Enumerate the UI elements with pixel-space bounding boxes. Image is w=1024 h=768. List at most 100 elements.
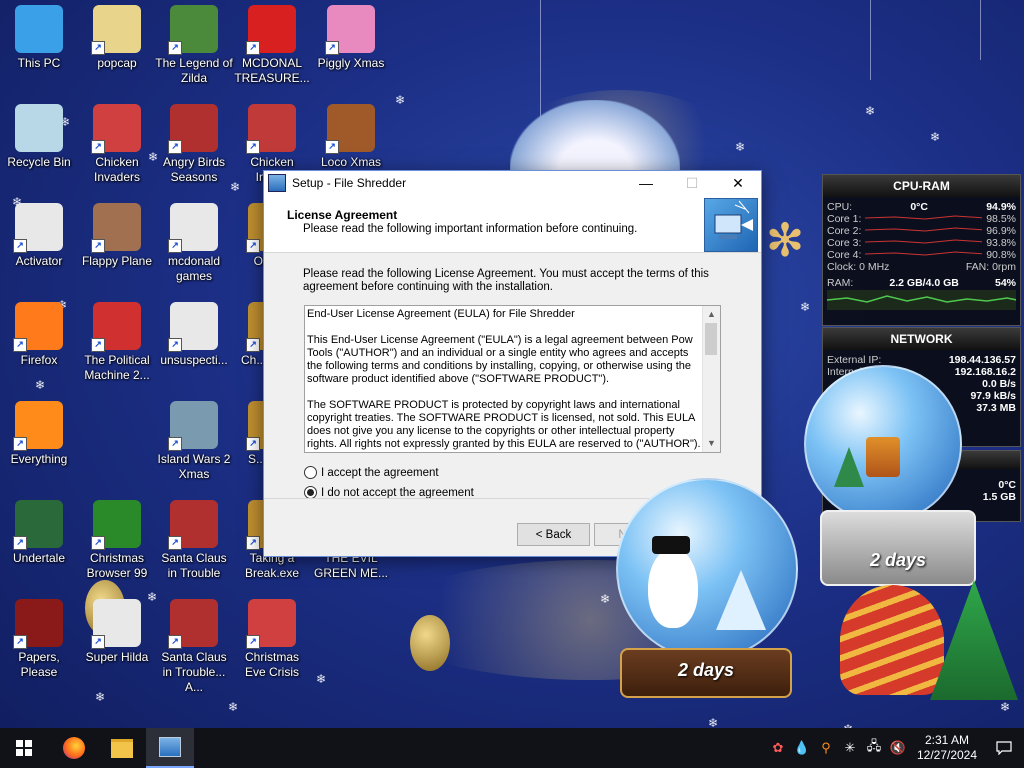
countdown-right: 2 days bbox=[869, 550, 927, 570]
notification-icon[interactable] bbox=[984, 728, 1024, 768]
radio-circle[interactable] bbox=[304, 466, 317, 479]
desktop-icon[interactable]: ↗ Papers, Please bbox=[0, 599, 78, 695]
eula-text: End-User License Agreement (EULA) for Fi… bbox=[307, 308, 701, 450]
shortcut-arrow-icon: ↗ bbox=[91, 338, 105, 352]
file-icon: ↗ bbox=[168, 302, 218, 352]
game-icon: ↗ bbox=[168, 500, 218, 550]
ram-percent: 54% bbox=[994, 277, 1016, 289]
desktop-icon[interactable]: ↗ Chicken Invaders bbox=[78, 104, 156, 200]
desktop-icon-label: Everything bbox=[10, 452, 68, 466]
cpu-label: CPU: bbox=[827, 201, 853, 213]
desktop-icon-label: Christmas Browser 99 bbox=[86, 551, 148, 580]
eula-scrollbar[interactable]: ▲ ▼ bbox=[702, 306, 720, 452]
desktop-icon[interactable]: ↗ popcap bbox=[78, 5, 156, 101]
setup-icon bbox=[159, 737, 181, 757]
game-icon: ↗ bbox=[91, 203, 141, 253]
start-button[interactable] bbox=[0, 728, 48, 768]
snow-globe-right[interactable] bbox=[804, 365, 962, 523]
snowflake-icon: ❄ bbox=[228, 700, 239, 714]
system-tray: ✿ 💧 ⚲ ✳ 🖧 🔇 2:31 AM 12/27/2024 bbox=[766, 728, 1024, 768]
desktop-icon-label: Island Wars 2 Xmas bbox=[157, 452, 231, 481]
desktop-icon[interactable]: ↗ Undertale bbox=[0, 500, 78, 596]
snowy-village-decoration bbox=[510, 100, 680, 170]
desktop-icon[interactable]: ↗ The Legend of Zilda bbox=[155, 5, 233, 101]
desktop-icon[interactable]: ↗ MCDONAL TREASURE... bbox=[233, 5, 311, 101]
shortcut-arrow-icon: ↗ bbox=[325, 140, 339, 154]
desktop-icon[interactable]: ↗ Santa Claus in Trouble bbox=[155, 500, 233, 596]
shortcut-arrow-icon: ↗ bbox=[13, 437, 27, 451]
droplet-icon[interactable]: 💧 bbox=[790, 728, 814, 768]
cpu-row: CPU: 0°C 94.9% bbox=[823, 201, 1020, 213]
folder-icon bbox=[111, 738, 133, 758]
core-usage-graph bbox=[865, 249, 983, 261]
external-ip-label: External IP: bbox=[827, 354, 882, 366]
close-button[interactable]: ✕ bbox=[715, 171, 761, 195]
desktop-icon[interactable]: ↗ Angry Birds Seasons bbox=[155, 104, 233, 200]
desktop-icon-label: The Political Machine 2... bbox=[84, 353, 150, 382]
accept-radio[interactable]: I accept the agreement bbox=[304, 466, 439, 479]
desktop-icon[interactable]: This PC bbox=[0, 5, 78, 101]
desktop-icon-label: Recycle Bin bbox=[7, 155, 71, 169]
shortcut-arrow-icon: ↗ bbox=[168, 140, 182, 154]
snowflake-icon: ❄ bbox=[800, 300, 811, 314]
desktop-icon[interactable]: ↗ Piggly Xmas bbox=[312, 5, 390, 101]
eula-textbox[interactable]: End-User License Agreement (EULA) for Fi… bbox=[304, 305, 721, 453]
maximize-button: ☐ bbox=[685, 174, 699, 191]
scroll-down-arrow-icon[interactable]: ▼ bbox=[703, 435, 720, 452]
taskbar-firefox[interactable] bbox=[50, 728, 98, 768]
taskbar: ✿ 💧 ⚲ ✳ 🖧 🔇 2:31 AM 12/27/2024 bbox=[0, 728, 1024, 768]
desktop-icon-label: Flappy Plane bbox=[81, 254, 153, 268]
computer-icon bbox=[15, 5, 63, 53]
desktop-icon-label: Chicken Invaders bbox=[93, 155, 141, 184]
snow-globe-left[interactable] bbox=[616, 478, 798, 660]
minimize-button[interactable]: — bbox=[623, 171, 669, 195]
shortcut-arrow-icon: ↗ bbox=[246, 41, 260, 55]
cpu-ram-title: CPU-RAM bbox=[823, 175, 1020, 197]
shortcut-arrow-icon: ↗ bbox=[13, 338, 27, 352]
desktop-icon[interactable]: ↗ Everything bbox=[0, 401, 78, 497]
desktop-icon-label: Activator bbox=[15, 254, 63, 268]
colorful-tray-icon[interactable]: ✿ bbox=[766, 728, 790, 768]
desktop-icon[interactable]: ↗ Flappy Plane bbox=[78, 203, 156, 299]
desktop-icon[interactable]: ↗ Santa Claus in Trouble... A... bbox=[155, 599, 233, 695]
taskbar-setup[interactable] bbox=[146, 728, 194, 768]
firefox-icon: ↗ bbox=[13, 302, 63, 352]
countdown-left: 2 days bbox=[677, 660, 735, 680]
snow-globe-base-right: 2 days bbox=[820, 510, 976, 586]
desktop-icon[interactable]: ↗ Christmas Eve Crisis bbox=[233, 599, 311, 695]
game-icon: ↗ bbox=[91, 302, 141, 352]
game-icon: ↗ bbox=[168, 104, 218, 154]
desktop-icon[interactable]: ↗ Firefox bbox=[0, 302, 78, 398]
desktop: ✻ ❄ ❄ ❄ ❄ ❄ ❄ ❄ ❄ ❄ ❄ ❄ ❄ ❄ ❄ ❄ ❄ ❄ ❄ ❄ … bbox=[0, 0, 1024, 762]
desktop-icon[interactable]: ↗ Super Hilda bbox=[78, 599, 156, 695]
shortcut-arrow-icon: ↗ bbox=[91, 635, 105, 649]
desktop-icon[interactable]: ↗ The Political Machine 2... bbox=[78, 302, 156, 398]
core-list: Core 1: 98.5% Core 2: 96.9% Core 3: 93.8% Core… bbox=[823, 213, 1020, 261]
snow-globe-base-left: 2 days bbox=[620, 648, 792, 698]
desktop-icon[interactable]: ↗ Island Wars 2 Xmas bbox=[155, 401, 233, 497]
gold-ornament bbox=[410, 615, 450, 671]
shortcut-arrow-icon: ↗ bbox=[246, 140, 260, 154]
cpu-ram-gadget[interactable]: CPU-RAM CPU: 0°C 94.9% Core 1: 98.5% Core … bbox=[822, 174, 1021, 326]
desktop-icon[interactable]: ↗ unsuspecti... bbox=[155, 302, 233, 398]
back-button[interactable]: < Back bbox=[517, 523, 590, 546]
desktop-icon[interactable]: ↗ mcdonald games bbox=[155, 203, 233, 299]
network-icon[interactable]: 🖧 bbox=[862, 728, 886, 768]
shortcut-arrow-icon: ↗ bbox=[91, 41, 105, 55]
window-titlebar[interactable]: Setup - File Shredder — ☐ ✕ bbox=[264, 171, 761, 195]
desktop-icon[interactable]: Recycle Bin bbox=[0, 104, 78, 200]
volume-muted-icon[interactable]: 🔇 bbox=[886, 728, 910, 768]
desktop-icon[interactable]: ↗ Christmas Browser 99 bbox=[78, 500, 156, 596]
core-usage-graph bbox=[865, 213, 983, 225]
taskbar-clock[interactable]: 2:31 AM 12/27/2024 bbox=[910, 733, 984, 763]
desktop-icon[interactable]: ↗ Activator bbox=[0, 203, 78, 299]
taskbar-file-explorer[interactable] bbox=[98, 728, 146, 768]
shortcut-arrow-icon: ↗ bbox=[246, 635, 260, 649]
core-value: 90.8% bbox=[986, 249, 1016, 261]
snowflake-tray-icon[interactable]: ✳ bbox=[838, 728, 862, 768]
scroll-thumb[interactable] bbox=[705, 323, 717, 355]
installer-computer-icon bbox=[704, 198, 758, 252]
cpu-clock: Clock: 0 MHz bbox=[827, 261, 890, 273]
scroll-up-arrow-icon[interactable]: ▲ bbox=[703, 306, 720, 323]
search-tray-icon[interactable]: ⚲ bbox=[814, 728, 838, 768]
